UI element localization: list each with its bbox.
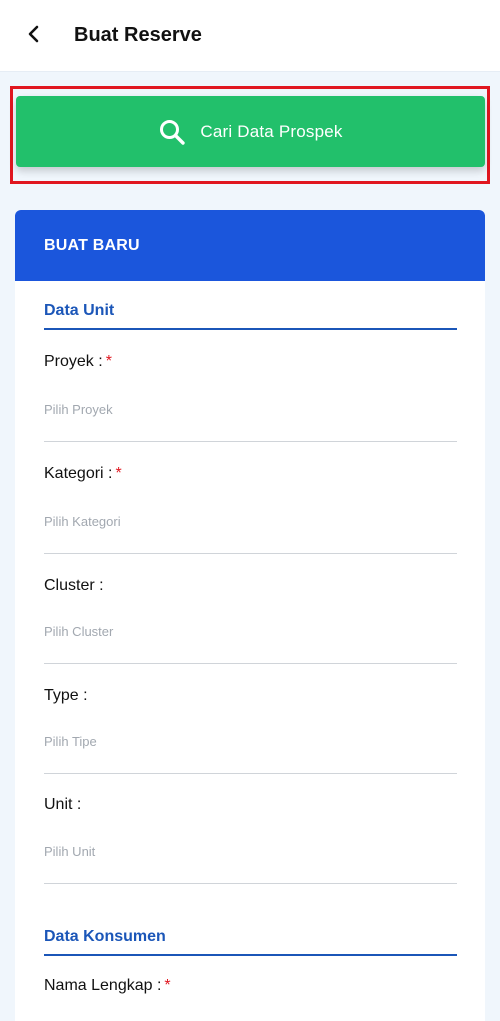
proyek-select[interactable]: Pilih Proyek [44, 402, 457, 442]
nama-lengkap-label-text: Nama Lengkap : [44, 977, 162, 994]
app-bar: Buat Reserve [0, 0, 500, 72]
type-select[interactable]: Pilih Tipe [44, 734, 457, 774]
nama-lengkap-label: Nama Lengkap : * [44, 977, 171, 995]
cluster-label: Cluster : [44, 577, 104, 594]
section-title-data-unit: Data Unit [44, 302, 457, 330]
kategori-label-text: Kategori : [44, 465, 113, 482]
search-prospect-label: Cari Data Prospek [200, 121, 343, 141]
required-asterisk: * [164, 977, 171, 994]
kategori-select[interactable]: Pilih Kategori [44, 514, 457, 554]
search-prospect-button[interactable]: Cari Data Prospek [16, 96, 485, 167]
chevron-left-icon [24, 24, 44, 49]
type-label: Type : [44, 687, 88, 704]
section-title-data-konsumen: Data Konsumen [44, 928, 457, 956]
form-card-title: BUAT BARU [44, 236, 140, 254]
cluster-select[interactable]: Pilih Cluster [44, 624, 457, 664]
kategori-label: Kategori : * [44, 465, 122, 483]
required-asterisk: * [115, 465, 122, 482]
back-button[interactable] [14, 16, 54, 56]
page-title: Buat Reserve [74, 24, 202, 46]
form-card-header: BUAT BARU [15, 210, 485, 281]
proyek-label-text: Proyek : [44, 353, 103, 370]
unit-select[interactable]: Pilih Unit [44, 844, 457, 884]
unit-label: Unit : [44, 796, 82, 813]
required-asterisk: * [105, 353, 112, 370]
proyek-label: Proyek : * [44, 353, 112, 371]
search-icon [158, 118, 186, 146]
form-card: BUAT BARU Data Unit Proyek : * Pilih Proy… [15, 210, 485, 1021]
